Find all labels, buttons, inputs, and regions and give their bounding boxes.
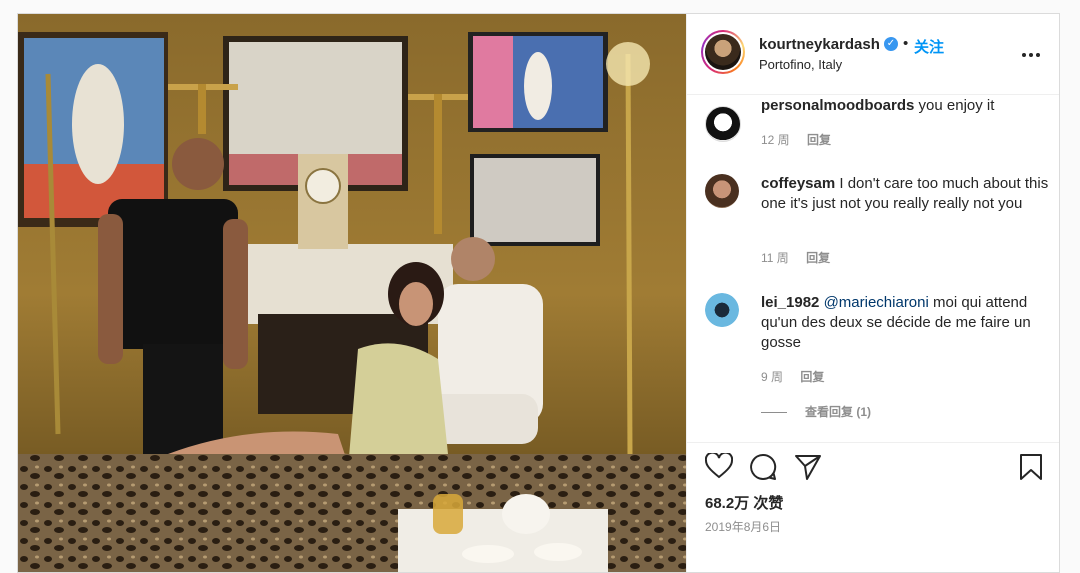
reply-button[interactable]: 回复 [800, 370, 824, 384]
heart-icon[interactable] [704, 451, 734, 484]
comment-meta: 11 周 回复 [761, 249, 844, 266]
post-location[interactable]: Portofino, Italy [759, 57, 842, 72]
comment-age: 9 周 [761, 370, 784, 384]
commenter-avatar[interactable] [705, 106, 741, 142]
comment-text: personalmoodboards you enjoy it [761, 96, 1051, 116]
post-header: kourtneykardash ✓ • 关注 Portofino, Italy [687, 14, 1059, 95]
commenter-avatar[interactable] [705, 174, 739, 208]
reply-button[interactable]: 回复 [807, 133, 831, 147]
comment-icon[interactable] [749, 453, 777, 486]
commenter-username[interactable]: personalmoodboards [761, 97, 914, 114]
commenter-username[interactable]: lei_1982 [761, 294, 819, 311]
comment-text: coffeysam I don't care too much about th… [761, 174, 1051, 214]
comment-age: 11 周 [761, 251, 789, 265]
instagram-post: kourtneykardash ✓ • 关注 Portofino, Italy … [17, 13, 1060, 573]
comment-text: lei_1982 @mariechiaroni moi qui attend q… [761, 293, 1051, 353]
reply-button[interactable]: 回复 [806, 251, 830, 265]
author-avatar[interactable] [701, 30, 745, 74]
commenter-avatar[interactable] [705, 293, 739, 327]
share-icon[interactable] [794, 453, 822, 486]
comment-mention[interactable]: @mariechiaroni [824, 294, 929, 311]
post-sidebar: kourtneykardash ✓ • 关注 Portofino, Italy … [686, 14, 1059, 572]
bookmark-icon[interactable] [1019, 453, 1043, 486]
post-date: 2019年8月6日 [705, 520, 782, 534]
more-horizontal-icon[interactable] [1021, 42, 1041, 63]
follow-button[interactable]: 关注 [914, 36, 944, 57]
separator-dot: • [903, 35, 909, 52]
avatar-image [705, 34, 741, 70]
comment-meta: 9 周 回复 [761, 368, 838, 385]
commenter-username[interactable]: coffeysam [761, 175, 835, 192]
comments-list[interactable]: personalmoodboards you enjoy it 12 周 回复 … [687, 94, 1059, 442]
post-photo[interactable] [18, 14, 686, 572]
post-photo-illustration [18, 14, 686, 572]
author-username[interactable]: kourtneykardash [759, 36, 880, 53]
replies-divider-line [761, 412, 787, 414]
comment-age: 12 周 [761, 133, 790, 147]
view-replies-button[interactable]: 查看回复 (1) [761, 403, 871, 420]
comment-meta: 12 周 回复 [761, 131, 845, 148]
post-actions: 68.2万 次赞 2019年8月6日 [687, 442, 1059, 572]
comment-body: you enjoy it [918, 97, 995, 114]
verified-badge-icon: ✓ [884, 37, 898, 51]
like-count[interactable]: 68.2万 次赞 [705, 492, 783, 513]
view-replies-label: 查看回复 (1) [805, 405, 872, 419]
